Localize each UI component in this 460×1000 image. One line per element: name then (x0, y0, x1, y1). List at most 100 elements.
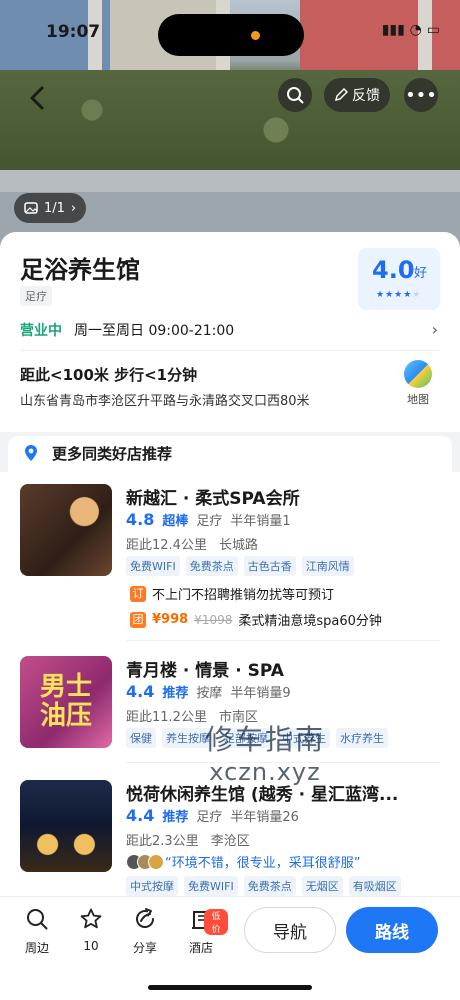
shop-tags: 中式按摩 免费WIFI 免费茶点 无烟区 有吸烟区 (126, 876, 401, 896)
tab-nearby[interactable]: 周边 (10, 907, 64, 956)
open-status: 营业中 (20, 323, 62, 339)
thumb-text: 油压 (39, 701, 92, 731)
group-deal-badge-icon: 团 (130, 611, 146, 628)
shop-distance: 距此11.2公里 (126, 710, 207, 725)
bottom-action-bar: 周边 10 分享 低价 酒店 导航 路线 (0, 896, 460, 1000)
shop-score: 4.4 (126, 806, 155, 825)
more-button[interactable]: ••• (404, 78, 438, 112)
reviewer-avatars (126, 853, 164, 870)
search-icon (287, 87, 304, 104)
shop-level: 推荐 (162, 686, 189, 701)
more-dots-icon: ••• (405, 84, 437, 106)
low-price-badge: 低价 (204, 909, 228, 935)
category-tag: 足疗 (20, 286, 52, 306)
booking-note: 订 不上门不招聘推销勿扰等可预订 (130, 584, 334, 603)
shop-score: 4.8 (126, 510, 155, 529)
shop-meta: 4.4 推荐 足疗 半年销量26 (126, 806, 299, 825)
shop-name: 足浴养生馆 (20, 256, 140, 284)
shop-tag: 免费WIFI (126, 556, 180, 576)
feedback-button[interactable]: 反馈 (324, 78, 390, 112)
shop-area: 李沧区 (210, 834, 250, 849)
tab-label: 周边 (24, 941, 49, 955)
navigation-button[interactable]: 导航 (244, 907, 336, 953)
map-button[interactable]: 地图 (398, 360, 438, 407)
divider (20, 350, 440, 351)
search-button[interactable] (278, 78, 312, 112)
shop-tag: 保健 (126, 728, 156, 748)
tab-label: 10 (83, 939, 99, 953)
map-label: 地图 (407, 393, 429, 406)
deal-original-price: ¥1098 (194, 612, 233, 627)
recommend-header: 更多同类好店推荐 (0, 432, 460, 472)
image-icon (24, 202, 38, 214)
dynamic-island (158, 14, 304, 56)
rating-word: 好 (414, 266, 428, 281)
shop-tag: 水疗养生 (336, 728, 388, 748)
shop-area: 长城路 (218, 538, 258, 553)
photo-count-badge[interactable]: 1/1 › (14, 193, 87, 223)
photo-count-text: 1/1 (44, 200, 65, 216)
map-icon (404, 360, 432, 388)
place-detail-page: 19:07 ▮▮▮ ◔ ▭ 反馈 ••• 1/1 › 足浴养生馆 足疗 4.0 (0, 0, 460, 1000)
list-item[interactable]: 新越汇 · 柔式SPA会所 4.8 超棒 足疗 半年销量1 距此12.4公里 长… (0, 472, 460, 641)
status-time: 19:07 (46, 22, 101, 42)
chevron-right-icon: › (70, 200, 77, 216)
rating-score: 4.0 (372, 256, 415, 284)
business-hours-row[interactable]: 营业中 周一至周日 09:00-21:00 (20, 320, 234, 340)
tab-favorite[interactable]: 10 (64, 907, 118, 953)
tab-label: 酒店 (188, 941, 213, 955)
shop-meta: 4.4 推荐 按摩 半年销量9 (126, 682, 291, 701)
shop-category: 按摩 (196, 686, 223, 701)
tab-label: 分享 (132, 941, 157, 955)
shop-sales: 半年销量9 (230, 686, 291, 701)
shop-distance: 距此12.4公里 (126, 538, 207, 553)
shop-location: 距此2.3公里 李沧区 (126, 830, 250, 849)
feedback-label: 反馈 (352, 88, 380, 104)
group-deal[interactable]: 团 ¥998 ¥1098 柔式精油意境spa60分钟 (130, 610, 382, 629)
signal-wifi-battery-icon: ▮▮▮ ◔ ▭ (381, 22, 440, 38)
edit-icon (334, 88, 348, 102)
shop-tag: 免费茶点 (185, 556, 238, 576)
back-arrow-icon[interactable] (24, 84, 52, 112)
shop-sales: 半年销量26 (230, 810, 299, 825)
shop-meta: 4.8 超棒 足疗 半年销量1 (126, 510, 291, 529)
booking-note-text: 不上门不招聘推销勿扰等可预订 (152, 588, 335, 603)
chevron-right-icon: › (431, 320, 438, 339)
shop-level: 超棒 (162, 514, 189, 529)
rating-box[interactable]: 4.0 好 ★★★★★ (358, 248, 440, 310)
share-icon (136, 908, 155, 928)
rating-stars-icon: ★★★★★ (376, 290, 422, 300)
review-quote: “环境不错，很专业，采耳很舒服” (126, 852, 360, 871)
home-indicator (148, 985, 312, 990)
recommend-list: 新越汇 · 柔式SPA会所 4.8 超棒 足疗 半年销量1 距此12.4公里 长… (0, 472, 460, 896)
recommend-title: 更多同类好店推荐 (52, 445, 173, 463)
deal-price: ¥998 (152, 612, 189, 627)
list-item[interactable]: 悦荷休闲养生馆 (越秀 · 星汇蓝湾... 4.4 推荐 足疗 半年销量26 距… (0, 768, 460, 896)
shop-tag: 江南风情 (301, 556, 354, 576)
shop-level: 推荐 (162, 810, 189, 825)
shop-tag: 无烟区 (301, 876, 343, 896)
shop-name: 青月楼 · 情景 · SPA (126, 661, 284, 681)
shop-thumbnail (20, 484, 112, 576)
shop-thumbnail (20, 780, 112, 872)
watermark-line2: xczn.xyz (209, 758, 321, 786)
thumb-text: 男士 (39, 672, 92, 703)
watermark-line1: 修车指南 (205, 723, 326, 756)
shop-location: 距此12.4公里 长城路 (126, 534, 258, 553)
deal-name: 柔式精油意境spa60分钟 (238, 614, 382, 629)
shop-score: 4.4 (126, 682, 155, 701)
location-pin-icon (25, 445, 37, 461)
hours-text: 周一至周日 09:00-21:00 (74, 323, 235, 339)
shop-tag: 免费茶点 (243, 876, 296, 896)
address-text: 山东省青岛市李沧区升平路与永清路交叉口西80米 (20, 394, 310, 409)
distance-text: 距此<100米 步行<1分钟 (20, 366, 198, 384)
shop-tag: 有吸烟区 (348, 876, 401, 896)
star-icon (80, 908, 102, 929)
shop-info-card: 足浴养生馆 足疗 4.0 好 ★★★★★ 营业中 周一至周日 09:00-21:… (0, 232, 460, 432)
tab-share[interactable]: 分享 (118, 907, 172, 956)
shop-distance: 距此2.3公里 (126, 834, 199, 849)
shop-tag: 中式按摩 (126, 876, 178, 896)
route-button[interactable]: 路线 (346, 907, 438, 953)
divider (126, 640, 440, 641)
tab-hotel[interactable]: 低价 酒店 (174, 907, 228, 956)
